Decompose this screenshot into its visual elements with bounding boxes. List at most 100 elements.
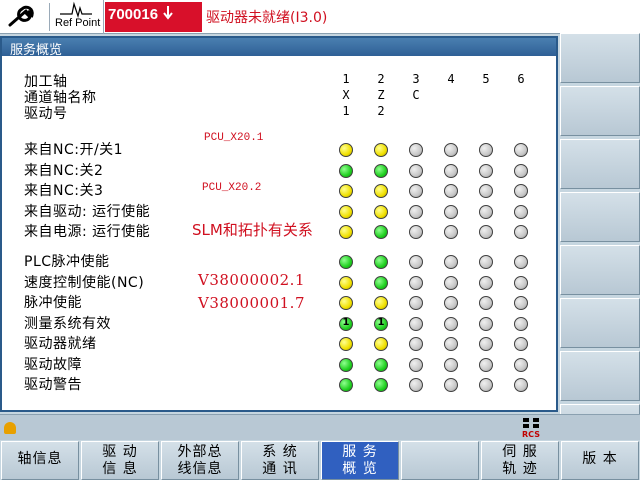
arrow-down-icon — [163, 6, 174, 20]
status-row-label: 驱动警告 — [24, 377, 82, 393]
column-drive-1: 1 — [342, 104, 350, 118]
status-led — [444, 337, 458, 351]
status-led — [479, 255, 493, 269]
status-row-label: PLC脉冲使能 — [24, 254, 110, 270]
status-led — [479, 184, 493, 198]
wrench-icon[interactable] — [4, 3, 50, 31]
status-led — [444, 276, 458, 290]
window-title: 服务概览 — [2, 38, 556, 58]
status-strip: RCS — [0, 414, 640, 440]
status-led-text: 1 — [342, 317, 350, 328]
column-num-3: 3 — [412, 72, 420, 86]
right-softkey-2[interactable] — [560, 86, 640, 136]
status-led — [374, 205, 388, 219]
column-num-2: 2 — [377, 72, 385, 86]
status-led — [479, 205, 493, 219]
status-led — [374, 337, 388, 351]
softkey-label-line2: 信 息 — [102, 461, 138, 477]
status-led — [514, 358, 528, 372]
softkey-8[interactable]: 版 本 — [561, 441, 639, 480]
status-led — [339, 296, 353, 310]
right-softkey-3[interactable] — [560, 139, 640, 189]
status-led — [339, 205, 353, 219]
status-led — [479, 225, 493, 239]
status-led — [409, 276, 423, 290]
status-led — [514, 317, 528, 331]
status-led — [479, 358, 493, 372]
status-led — [409, 296, 423, 310]
status-led — [479, 143, 493, 157]
status-led — [514, 276, 528, 290]
status-led — [444, 296, 458, 310]
status-row-label: 来自NC:关2 — [24, 163, 104, 179]
status-led — [374, 164, 388, 178]
status-led — [514, 225, 528, 239]
bell-icon[interactable] — [4, 422, 16, 434]
status-led — [339, 143, 353, 157]
status-led — [444, 358, 458, 372]
status-led — [374, 184, 388, 198]
status-led — [339, 337, 353, 351]
status-led — [409, 378, 423, 392]
status-led — [409, 205, 423, 219]
softkey-4[interactable]: 系 统通 讯 — [241, 441, 319, 480]
status-row-label: 测量系统有效 — [24, 316, 111, 332]
softkey-3[interactable]: 外部总 线信息 — [161, 441, 239, 480]
softkey-label-line2: 线信息 — [177, 461, 223, 477]
softkey-7[interactable]: 伺 服轨 迹 — [481, 441, 559, 480]
status-led — [339, 164, 353, 178]
status-led — [479, 276, 493, 290]
softkey-label-line1: 系 统 — [262, 444, 298, 460]
right-softkey-1[interactable] — [560, 33, 640, 83]
status-led — [339, 225, 353, 239]
status-led — [444, 255, 458, 269]
status-led — [444, 225, 458, 239]
status-led — [444, 205, 458, 219]
softkey-label-line1: 轴信息 — [17, 451, 63, 467]
softkey-label-line1: 服 务 — [342, 444, 378, 460]
status-row-label: 来自NC:开/关1 — [24, 142, 124, 158]
softkey-label-line2: 轨 迹 — [502, 461, 538, 477]
right-softkey-5[interactable] — [560, 245, 640, 295]
annotation-slm: SLM和拓扑有关系 — [192, 221, 313, 239]
status-led — [444, 164, 458, 178]
softkey-label-line2: 概 览 — [342, 461, 378, 477]
status-led — [514, 337, 528, 351]
right-softkey-6[interactable] — [560, 298, 640, 348]
status-led — [479, 164, 493, 178]
status-led — [514, 164, 528, 178]
status-led: 1 — [339, 317, 353, 331]
status-led — [374, 276, 388, 290]
status-led — [514, 296, 528, 310]
status-led — [514, 184, 528, 198]
softkey-1[interactable]: 轴信息 — [1, 441, 79, 480]
status-row-label: 驱动故障 — [24, 357, 82, 373]
softkey-2[interactable]: 驱 动信 息 — [81, 441, 159, 480]
status-row-label: 速度控制使能(NC) — [24, 275, 145, 291]
header-row-label: 驱动号 — [24, 106, 68, 122]
right-softkey-4[interactable] — [560, 192, 640, 242]
status-led — [339, 255, 353, 269]
status-led — [444, 184, 458, 198]
softkey-6[interactable] — [401, 441, 479, 480]
alarm-code[interactable]: 700016 — [105, 2, 202, 32]
rcs-icon[interactable]: RCS — [518, 417, 544, 439]
status-led — [339, 378, 353, 392]
status-led-text: 1 — [377, 317, 385, 328]
right-softkey-7[interactable] — [560, 351, 640, 401]
annotation-pcu-x20-2: PCU_X20.2 — [202, 182, 262, 194]
status-led — [339, 276, 353, 290]
alarm-text: 驱动器未就绪(I3.0) — [206, 10, 328, 26]
softkey-label-line1: 版 本 — [582, 451, 618, 467]
status-led — [479, 378, 493, 392]
status-led: 1 — [374, 317, 388, 331]
annotation-v38000002: V38000002.1 — [198, 271, 305, 289]
status-led — [374, 225, 388, 239]
alarm-number: 700016 — [108, 6, 159, 23]
softkey-5[interactable]: 服 务概 览 — [321, 441, 399, 480]
service-overview-window: 服务概览 加工轴 通道轴名称 驱动号 1X12Z23C456 来自NC:开/关1 来自… — [0, 36, 558, 412]
status-led — [374, 143, 388, 157]
status-led — [409, 225, 423, 239]
column-axis-2: Z — [377, 88, 385, 102]
status-led — [514, 378, 528, 392]
